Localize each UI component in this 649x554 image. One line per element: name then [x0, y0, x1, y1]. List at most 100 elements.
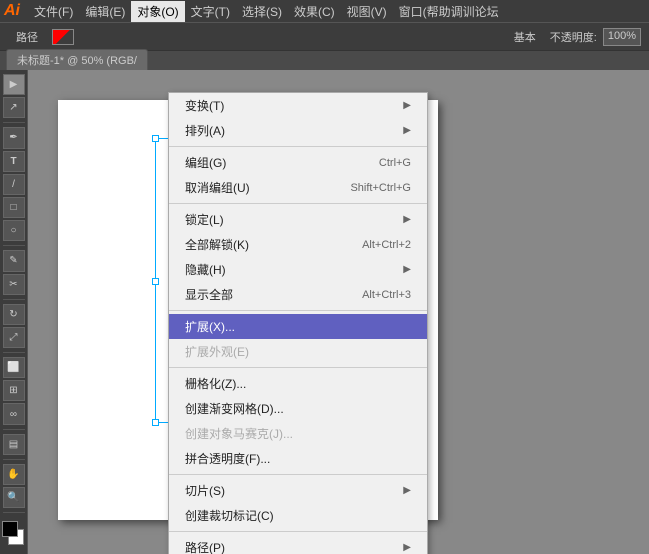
document-tab[interactable]: 未标题-1* @ 50% (RGB/ [6, 49, 148, 70]
object-dropdown-menu: 变换(T) ▶ 排列(A) ▶ 编组(G) Ctrl+G 取消编组(U) Shi… [168, 92, 428, 554]
toolbar-row: 路径 基本 不透明度: 100% [0, 22, 649, 50]
sep-2 [169, 203, 427, 204]
ellipse-tool-btn[interactable]: ○ [3, 220, 25, 241]
gradient-tool-btn[interactable]: ⬜ [3, 357, 25, 378]
path-arrow: ▶ [403, 542, 411, 553]
type-tool-btn[interactable]: T [3, 151, 25, 172]
menu-select[interactable]: 选择(S) [236, 1, 288, 22]
menu-item-expand-appearance-label: 扩展外观(E) [185, 343, 249, 360]
sep-4 [169, 367, 427, 368]
scissors-tool-btn[interactable]: ✂ [3, 274, 25, 295]
canvas-area: 变换(T) ▶ 排列(A) ▶ 编组(G) Ctrl+G 取消编组(U) Shi… [28, 70, 649, 554]
zoom-tool-btn[interactable]: 🔍 [3, 487, 25, 508]
menu-item-ungroup[interactable]: 取消编组(U) Shift+Ctrl+G [169, 175, 427, 200]
unlock-all-shortcut: Alt+Ctrl+2 [362, 239, 411, 251]
hand-tool-btn[interactable]: ✋ [3, 464, 25, 485]
menu-item-path-label: 路径(P) [185, 539, 225, 554]
menu-item-unlock-all-label: 全部解锁(K) [185, 236, 249, 253]
menu-file[interactable]: 文件(F) [28, 1, 79, 22]
menu-item-rasterize-label: 栅格化(Z)... [185, 375, 246, 392]
tool-sep-3 [3, 299, 25, 300]
mesh-tool-btn[interactable]: ⊞ [3, 380, 25, 401]
fg-color-swatch[interactable] [2, 521, 18, 537]
line-tool-btn[interactable]: / [3, 174, 25, 195]
selection-tool-btn[interactable]: ▶ [3, 74, 25, 95]
slice-arrow: ▶ [403, 485, 411, 496]
menu-item-flatten-transparency-label: 拼合透明度(F)... [185, 450, 270, 467]
tool-sep-2 [3, 245, 25, 246]
sep-6 [169, 531, 427, 532]
menu-effect[interactable]: 效果(C) [288, 1, 341, 22]
menu-item-unlock-all[interactable]: 全部解锁(K) Alt+Ctrl+2 [169, 232, 427, 257]
menu-item-hide-label: 隐藏(H) [185, 261, 226, 278]
menu-object[interactable]: 对象(O) [131, 1, 184, 22]
menu-item-arrange-label: 排列(A) [185, 122, 225, 139]
main-area: ▶ ↗ ✒ T / □ ○ ✎ ✂ ↻ ⤢ ⬜ ⊞ ∞ ▤ ✋ 🔍 [0, 70, 649, 554]
menu-item-gradient-mesh[interactable]: 创建渐变网格(D)... [169, 396, 427, 421]
sep-5 [169, 474, 427, 475]
lock-arrow: ▶ [403, 214, 411, 225]
color-swatch-area [2, 521, 26, 550]
menu-text[interactable]: 文字(T) [185, 1, 236, 22]
opacity-value[interactable]: 100% [603, 28, 641, 46]
menu-item-transform-label: 变换(T) [185, 97, 224, 114]
menu-item-slice[interactable]: 切片(S) ▶ [169, 478, 427, 503]
rotate-tool-btn[interactable]: ↻ [3, 304, 25, 325]
sep-1 [169, 146, 427, 147]
menu-item-expand-appearance: 扩展外观(E) [169, 339, 427, 364]
menu-item-expand[interactable]: 扩展(X)... [169, 314, 427, 339]
menu-item-gradient-mesh-label: 创建渐变网格(D)... [185, 400, 284, 417]
transform-arrow: ▶ [403, 100, 411, 111]
menu-view[interactable]: 视图(V) [341, 1, 393, 22]
bar-chart-btn[interactable]: ▤ [3, 434, 25, 455]
rect-tool-btn[interactable]: □ [3, 197, 25, 218]
handle-ml[interactable] [152, 278, 159, 285]
menu-item-transform[interactable]: 变换(T) ▶ [169, 93, 427, 118]
menu-item-rasterize[interactable]: 栅格化(Z)... [169, 371, 427, 396]
scale-tool-btn[interactable]: ⤢ [3, 327, 25, 348]
menu-item-show-all[interactable]: 显示全部 Alt+Ctrl+3 [169, 282, 427, 307]
opacity-label: 不透明度: [550, 29, 597, 45]
left-toolbar: ▶ ↗ ✒ T / □ ○ ✎ ✂ ↻ ⤢ ⬜ ⊞ ∞ ▤ ✋ 🔍 [0, 70, 28, 554]
menu-bar: Ai 文件(F) 编辑(E) 对象(O) 文字(T) 选择(S) 效果(C) 视… [0, 0, 649, 22]
tool-sep-6 [3, 459, 25, 460]
menu-item-lock[interactable]: 锁定(L) ▶ [169, 207, 427, 232]
menu-item-group[interactable]: 编组(G) Ctrl+G [169, 150, 427, 175]
arrange-arrow: ▶ [403, 125, 411, 136]
group-shortcut: Ctrl+G [379, 157, 411, 169]
menu-edit[interactable]: 编辑(E) [79, 1, 131, 22]
menu-item-arrange[interactable]: 排列(A) ▶ [169, 118, 427, 143]
menu-item-crop-marks-label: 创建裁切标记(C) [185, 507, 274, 524]
direct-selection-btn[interactable]: ↗ [3, 97, 25, 118]
pencil-tool-btn[interactable]: ✎ [3, 250, 25, 271]
blend-tool-btn[interactable]: ∞ [3, 403, 25, 424]
app-logo: Ai [4, 2, 20, 20]
tool-sep-1 [3, 122, 25, 123]
path-label: 路径 [8, 29, 46, 45]
menu-item-hide[interactable]: 隐藏(H) ▶ [169, 257, 427, 282]
menu-item-group-label: 编组(G) [185, 154, 226, 171]
menu-item-expand-label: 扩展(X)... [185, 318, 235, 335]
menu-item-show-all-label: 显示全部 [185, 286, 233, 303]
pen-tool-btn[interactable]: ✒ [3, 127, 25, 148]
tool-sep-4 [3, 352, 25, 353]
handle-tl[interactable] [152, 135, 159, 142]
tool-sep-7 [3, 512, 25, 513]
menu-item-mosaic: 创建对象马赛克(J)... [169, 421, 427, 446]
sep-3 [169, 310, 427, 311]
handle-bl[interactable] [152, 419, 159, 426]
path-icon [52, 29, 74, 45]
menu-window[interactable]: 窗口(帮助调训论坛 [393, 1, 505, 22]
menu-item-mosaic-label: 创建对象马赛克(J)... [185, 425, 293, 442]
tool-sep-5 [3, 429, 25, 430]
show-all-shortcut: Alt+Ctrl+3 [362, 289, 411, 301]
menu-item-path[interactable]: 路径(P) ▶ [169, 535, 427, 554]
menu-item-flatten-transparency[interactable]: 拼合透明度(F)... [169, 446, 427, 471]
menu-item-crop-marks[interactable]: 创建裁切标记(C) [169, 503, 427, 528]
ungroup-shortcut: Shift+Ctrl+G [350, 182, 411, 194]
menu-item-slice-label: 切片(S) [185, 482, 225, 499]
preset-label: 基本 [514, 29, 536, 45]
hide-arrow: ▶ [403, 264, 411, 275]
menu-item-lock-label: 锁定(L) [185, 211, 224, 228]
tab-bar: 未标题-1* @ 50% (RGB/ [0, 50, 649, 70]
